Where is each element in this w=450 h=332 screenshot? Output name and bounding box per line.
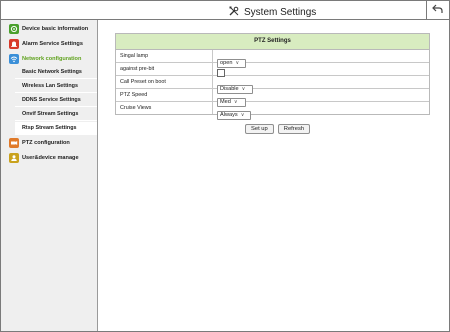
cruise-views-label: Cruise Views [120,102,213,114]
sidebar-item-label: User&device manage [22,155,79,161]
against-pre-bit-label: against pre-bit [120,63,213,75]
ptz-icon [9,138,19,148]
user-manage-icon [9,153,19,163]
page-title: System Settings [244,6,317,18]
sidebar-subitem-label: Basic Network Settings [22,69,82,75]
title-bar: System Settings [1,1,449,20]
sidebar: Device basic information Alarm Service S… [1,20,98,331]
sidebar-item-user-manage[interactable]: User&device manage [1,151,97,165]
ptz-settings-panel: PTZ Settings Singal lamp open ∨ against … [115,33,430,120]
form-row-call-preset: Call Preset on boot Disable ∨ [116,76,429,94]
form-row-against-pre-bit: against pre-bit [116,63,429,77]
form-actions: Set up Refresh [245,124,311,134]
device-info-icon [9,24,19,34]
form-row-cruise-views: Cruise Views Always ∨ [116,102,429,120]
select-value: Always [220,112,238,118]
app-window: System Settings Device basic information… [0,0,450,332]
ptz-speed-label: PTZ Speed [120,89,213,101]
title-group: System Settings [229,3,316,21]
form-row-ptz-speed: PTZ Speed Med ∨ [116,89,429,107]
sidebar-item-ptz[interactable]: PTZ configuration [1,136,97,150]
chevron-down-icon: ∨ [240,112,245,118]
setup-button[interactable]: Set up [245,124,274,134]
sidebar-subitem-label: Wireless Lan Settings [22,83,78,89]
sidebar-item-network[interactable]: Network configuration [1,52,97,66]
sidebar-item-label: PTZ configuration [22,140,70,146]
sidebar-subitem-ddns[interactable]: DDNS Service Settings [15,94,97,107]
sidebar-subitem-onvif[interactable]: Onvif Stream Settings [15,108,97,121]
sidebar-item-label: Network configuration [22,56,82,62]
form-row-signal-lamp: Singal lamp open ∨ [116,50,429,68]
back-arrow-icon [432,1,444,19]
sidebar-subitem-wireless-lan[interactable]: Wireless Lan Settings [15,80,97,93]
alarm-icon [9,39,19,49]
network-icon [9,54,19,64]
main-content: PTZ Settings Singal lamp open ∨ against … [98,20,449,331]
tools-icon [229,3,239,21]
sidebar-subitem-rtsp[interactable]: Rtsp Stream Settings [15,122,97,135]
sidebar-subitem-basic-network[interactable]: Basic Network Settings [15,66,97,79]
signal-lamp-label: Singal lamp [120,50,213,62]
panel-title: PTZ Settings [116,34,429,50]
sidebar-subitem-label: DDNS Service Settings [22,97,81,103]
sidebar-subitem-label: Onvif Stream Settings [22,111,79,117]
back-button[interactable] [426,1,449,19]
sidebar-item-alarm[interactable]: Alarm Service Settings [1,37,97,51]
cruise-views-select[interactable]: Always ∨ [217,110,251,120]
sidebar-item-label: Device basic information [22,26,89,32]
sidebar-item-label: Alarm Service Settings [22,41,83,47]
sidebar-item-device-info[interactable]: Device basic information [1,22,97,36]
sidebar-subitem-label: Rtsp Stream Settings [22,125,77,131]
refresh-button[interactable]: Refresh [277,124,311,134]
call-preset-label: Call Preset on boot [120,76,213,88]
